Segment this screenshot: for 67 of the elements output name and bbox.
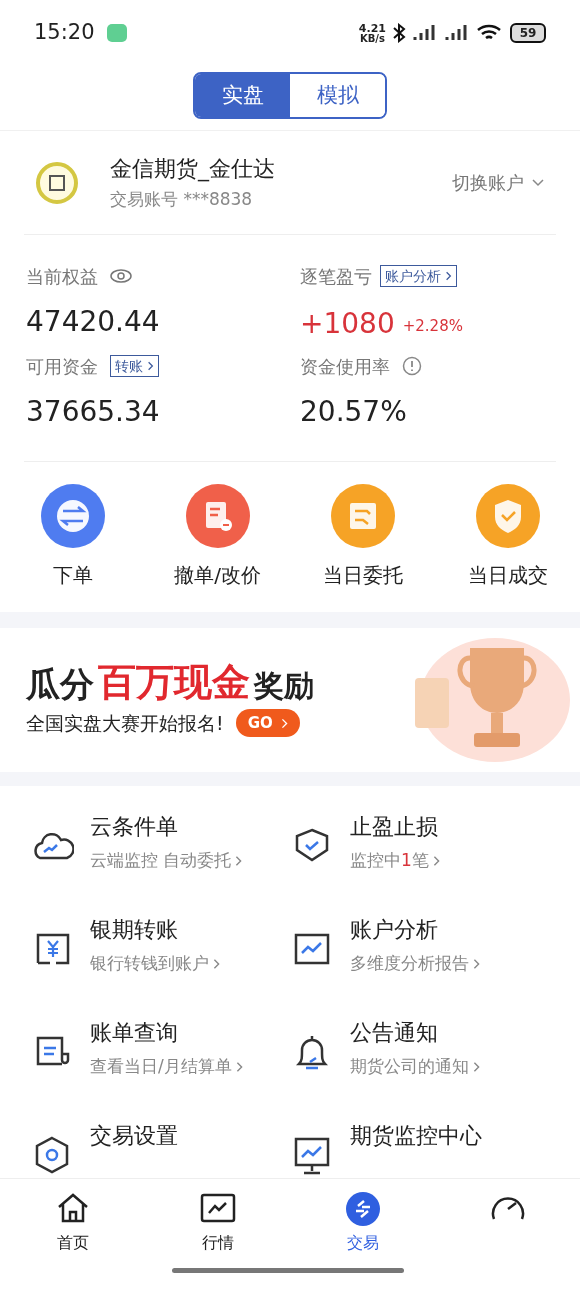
chevron-right-icon [473, 1060, 480, 1073]
account-number: 交易账号 ***8838 [110, 188, 254, 212]
banner-title: 瓜分百万现金奖励 [26, 662, 314, 701]
nav-tab[interactable]: 首页 [0, 1189, 145, 1255]
transfer-link[interactable]: 转账 [110, 355, 159, 377]
menu-item[interactable]: 止盈止损 监控中 1笔 [290, 812, 550, 879]
chevron-down-icon [532, 178, 544, 187]
menu-title: 交易设置 [90, 1122, 178, 1150]
quick-action-button[interactable]: 当日委托 [322, 560, 403, 590]
chevron-right-icon [473, 957, 480, 970]
menu-item[interactable]: 公告通知 期货公司的通知 [290, 1018, 550, 1085]
switch-account-button[interactable]: 切换账户 [452, 169, 544, 196]
menu-title: 期货监控中心 [350, 1122, 482, 1150]
chevron-right-icon [445, 271, 452, 281]
equity-value: 47420.44 [26, 304, 161, 340]
status-time: 15:20 [34, 19, 95, 47]
stat-label: 资金使用率 [300, 354, 390, 379]
signal-icon [412, 24, 438, 42]
chevron-right-icon [147, 361, 154, 371]
menu-subtitle: 多维度分析报告 [350, 952, 469, 975]
menu-title: 公告通知 [350, 1019, 439, 1047]
signal-icon [444, 24, 470, 42]
menu-item[interactable]: 银期转账 银行转钱到账户 [30, 915, 290, 982]
usage-rate-value: 20.57% [300, 394, 408, 430]
mode-tab[interactable]: 实盘 [195, 74, 290, 117]
menu-title: 银期转账 [90, 916, 179, 944]
menu-subtitle: 银行转钱到账户 [90, 952, 209, 975]
chevron-right-icon [280, 717, 288, 729]
menu-subtitle: 查看当日/月结算单 [90, 1055, 232, 1078]
menu-item[interactable]: 期货监控中心 [290, 1121, 550, 1178]
pnl-value: +1080 [300, 306, 395, 342]
network-speed-value: 4.21 [358, 22, 386, 34]
stat-label: 逐笔盈亏 [300, 264, 372, 289]
menu-subtitle: 云端监控 自动委托 [90, 849, 232, 872]
menu-title: 账户分析 [350, 916, 439, 944]
available-funds-value: 37665.34 [26, 394, 161, 430]
menu-item[interactable]: 交易设置 [30, 1121, 290, 1178]
menu-subtitle: 期货公司的通知 [350, 1055, 469, 1078]
network-speed-unit: KB/s [359, 33, 385, 44]
stat-label: 可用资金 [26, 354, 98, 379]
quick-action-button[interactable]: 当日成交 [467, 560, 548, 590]
quick-action-button[interactable]: 撤单/改价 [174, 560, 261, 590]
eye-icon[interactable] [110, 269, 132, 283]
nav-tab[interactable]: 行情 [145, 1189, 290, 1255]
quick-action-button[interactable]: 下单 [52, 560, 93, 590]
company-logo [36, 161, 78, 204]
menu-title: 止盈止损 [350, 813, 439, 841]
nav-tab[interactable]: 交易 [290, 1189, 435, 1255]
chevron-right-icon [432, 854, 440, 867]
message-app-icon [106, 24, 127, 42]
battery-indicator: 59 [510, 23, 546, 43]
menu-subtitle: 监控中 1笔 [350, 849, 429, 872]
account-name: 金信期货_金仕达 [110, 155, 275, 184]
account-analysis-link[interactable]: 账户分析 [380, 265, 457, 287]
menu-item[interactable]: 账单查询 查看当日/月结算单 [30, 1018, 290, 1085]
stat-label: 当前权益 [26, 264, 98, 289]
menu-title: 云条件单 [90, 813, 179, 841]
menu-title: 账单查询 [90, 1019, 179, 1047]
info-icon[interactable] [402, 356, 422, 376]
chevron-right-icon [235, 1060, 243, 1073]
bluetooth-icon [392, 23, 406, 43]
menu-item[interactable]: 账户分析 多维度分析报告 [290, 915, 550, 982]
menu-item[interactable]: 云条件单 云端监控 自动委托 [30, 812, 290, 879]
chevron-right-icon [213, 957, 220, 970]
banner-subtitle: 全国实盘大赛开始报名! [26, 710, 224, 736]
chevron-right-icon [235, 854, 243, 867]
pnl-percent: +2.28% [402, 315, 463, 337]
